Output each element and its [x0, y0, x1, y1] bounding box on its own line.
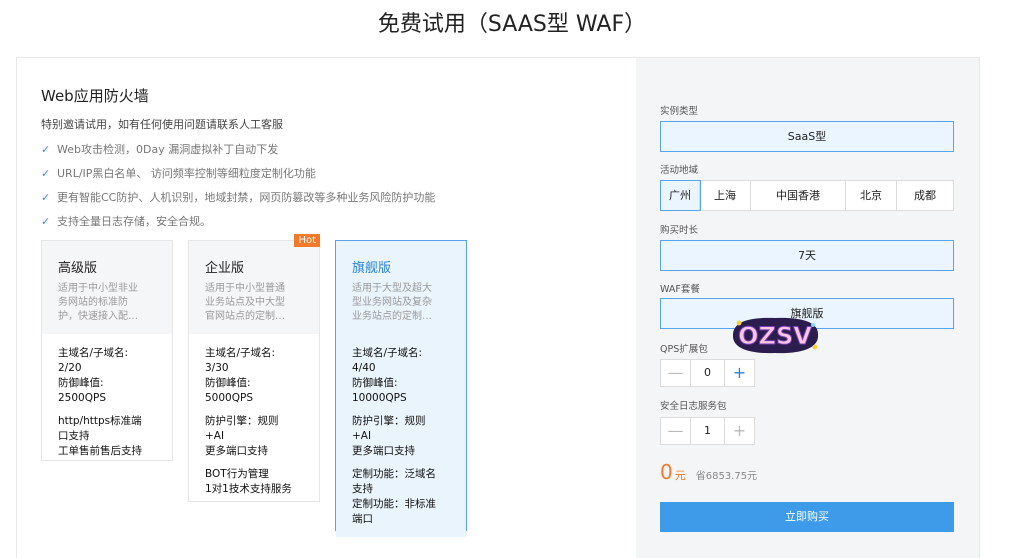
qps-plus-button[interactable]: +: [725, 360, 754, 386]
buy-now-button[interactable]: 立即购买: [660, 502, 954, 532]
page-title: 免费试用（SAAS型 WAF）: [377, 12, 647, 37]
price-unit: 元: [674, 469, 686, 482]
region-selector: 广州 上海 中国香港 北京 成都: [660, 180, 954, 211]
feature-item: ✓ URL/IP黑白名单、 访问频率控制等细粒度定制化功能: [41, 167, 316, 180]
plan-card-advanced[interactable]: 高级版 适用于中小型非业 务网站的标准防 护，快速接入配… 主域名/子域名: 2…: [41, 240, 173, 461]
feature-item: ✓ 更有智能CC防护、人机识别，地域封禁，网页防篡改等多种业务风险防护功能: [41, 191, 436, 204]
plan-desc: 适用于大型及超大 型业务网站及复杂 业务站点的定制…: [352, 283, 432, 322]
plan-details: 主域名/子域名: 3/30 防御峰值: 5000QPS 防护引擎：规则 +AI …: [205, 347, 292, 495]
plan-card-enterprise[interactable]: Hot 企业版 适用于中小型普通 业务站点及中大型 官网站点的定制… 主域名/子…: [188, 234, 320, 502]
plan-details: 主域名/子域名: 4/40 防御峰值: 10000QPS 防护引擎：规则 +AI…: [336, 334, 466, 537]
check-icon: ✓: [41, 191, 51, 204]
invite-text: 特别邀请试用，如有任何使用问题请联系人工客服: [41, 118, 283, 131]
price-value: 0: [660, 460, 673, 484]
trial-card: Web应用防火墙 特别邀请试用，如有任何使用问题请联系人工客服 ✓ Web攻击检测…: [16, 57, 980, 558]
instance-type-select[interactable]: SaaS型: [660, 121, 954, 152]
order-panel: 实例类型 SaaS型 活动地域 广州 上海 中国香港 北京 成都 购买时长 7天…: [636, 58, 979, 558]
plan-details: 主域名/子域名: 2/20 防御峰值: 2500QPS http/https标准…: [58, 347, 142, 457]
plan-name: 旗舰版: [352, 261, 392, 276]
log-plus-button[interactable]: +: [725, 418, 754, 444]
check-icon: ✓: [41, 215, 51, 228]
feature-item: ✓ 支持全量日志存储，安全合规。: [41, 215, 211, 228]
savings-text: 省6853.75元: [695, 471, 758, 482]
hot-badge: Hot: [294, 234, 320, 247]
log-stepper: — 1 +: [660, 417, 755, 445]
log-value[interactable]: 1: [690, 418, 725, 444]
plan-desc: 适用于中小型普通 业务站点及中大型 官网站点的定制…: [205, 283, 285, 322]
package-label: WAF套餐: [660, 284, 700, 295]
duration-select[interactable]: 7天: [660, 240, 954, 271]
check-icon: ✓: [41, 167, 51, 180]
duration-label: 购买时长: [660, 225, 699, 236]
product-name: Web应用防火墙: [41, 87, 149, 105]
plan-card-flagship[interactable]: 旗舰版 适用于大型及超大 型业务网站及复杂 业务站点的定制… 主域名/子域名: …: [335, 240, 467, 537]
qps-value[interactable]: 0: [690, 360, 725, 386]
qps-label: QPS扩展包: [660, 344, 708, 355]
region-label: 活动地域: [660, 165, 699, 176]
region-hongkong[interactable]: 中国香港: [751, 181, 846, 210]
region-chengdu[interactable]: 成都: [897, 181, 953, 210]
ozsv-sticker: OZSV: [732, 317, 819, 354]
instance-type-label: 实例类型: [660, 106, 699, 117]
log-label: 安全日志服务包: [660, 401, 727, 412]
plan-name: 企业版: [205, 261, 245, 276]
sticker-text: OZSV: [738, 322, 812, 350]
plan-desc: 适用于中小型非业 务网站的标准防 护，快速接入配…: [58, 283, 138, 322]
region-guangzhou[interactable]: 广州: [660, 180, 701, 211]
qps-stepper: — 0 +: [660, 359, 755, 387]
feature-list: ✓ Web攻击检测，0Day 漏洞虚拟补丁自动下发 ✓ URL/IP黑白名单、 访问…: [41, 142, 435, 238]
feature-item: ✓ Web攻击检测，0Day 漏洞虚拟补丁自动下发: [41, 143, 279, 156]
plan-name: 高级版: [58, 261, 98, 276]
check-icon: ✓: [41, 143, 51, 156]
region-shanghai[interactable]: 上海: [700, 181, 751, 210]
qps-minus-button[interactable]: —: [661, 360, 690, 386]
price-summary: 0 元 省6853.75元: [660, 460, 757, 484]
region-beijing[interactable]: 北京: [846, 181, 897, 210]
product-panel: Web应用防火墙 特别邀请试用，如有任何使用问题请联系人工客服 ✓ Web攻击检测…: [17, 58, 636, 558]
log-minus-button[interactable]: —: [661, 418, 690, 444]
